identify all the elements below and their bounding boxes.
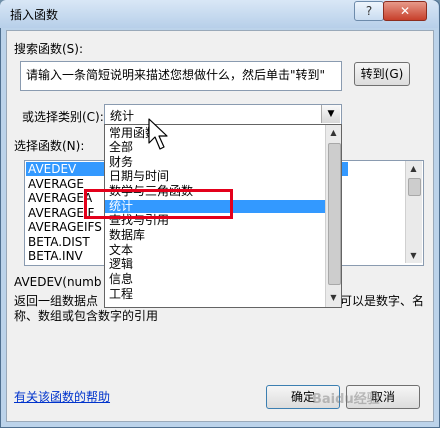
- category-option[interactable]: 信息: [105, 273, 327, 286]
- category-select[interactable]: [104, 104, 342, 126]
- category-option[interactable]: 财务: [105, 156, 327, 169]
- cursor-arrow-icon: [148, 118, 168, 150]
- highlight-annotation-box: [84, 189, 233, 219]
- function-help-link[interactable]: 有关该函数的帮助: [14, 388, 110, 405]
- dialog-title: 插入函数: [10, 8, 59, 22]
- close-button[interactable]: ✕: [383, 1, 427, 21]
- description-line1-left: 返回一组数据点: [14, 294, 99, 308]
- description-line2: 称、数组或包含数字的引用: [14, 309, 159, 323]
- scroll-down-icon[interactable]: ▼: [406, 248, 421, 263]
- category-label: 或选择类别(C):: [22, 110, 104, 124]
- help-button[interactable]: ?: [354, 1, 384, 21]
- watermark: Baidu经验: [312, 392, 380, 407]
- category-option[interactable]: 全部: [105, 141, 327, 154]
- function-list-label: 选择函数(N):: [14, 139, 85, 153]
- category-option[interactable]: 数据库: [105, 229, 327, 242]
- function-signature: AVEDEV(numb: [14, 275, 102, 289]
- scroll-down-icon[interactable]: ▼: [326, 290, 341, 305]
- search-label: 搜索函数(S):: [14, 42, 84, 56]
- category-option[interactable]: 常用函数: [105, 127, 327, 140]
- scroll-up-icon[interactable]: ▲: [326, 125, 341, 140]
- scroll-up-icon[interactable]: ▲: [406, 161, 421, 176]
- category-selected-value: 统计: [110, 109, 135, 123]
- description-line1-right: 可以是数字、名: [340, 294, 425, 308]
- function-list-scrollbar[interactable]: ▲ ▼: [405, 161, 422, 263]
- category-option[interactable]: 工程: [105, 288, 327, 301]
- scroll-thumb[interactable]: [408, 178, 421, 196]
- go-button[interactable]: 转到(G): [354, 62, 410, 86]
- category-option[interactable]: 逻辑: [105, 258, 327, 271]
- category-option[interactable]: 日期与时间: [105, 170, 327, 183]
- category-option[interactable]: 文本: [105, 244, 327, 257]
- search-input-text: 请输入一条简短说明来描述您想做什么，然后单击"转到": [26, 68, 326, 82]
- category-dropdown-scrollbar[interactable]: ▲ ▼: [325, 125, 341, 307]
- dropdown-arrow-icon[interactable]: ▼: [321, 105, 340, 123]
- scroll-thumb[interactable]: [328, 143, 341, 285]
